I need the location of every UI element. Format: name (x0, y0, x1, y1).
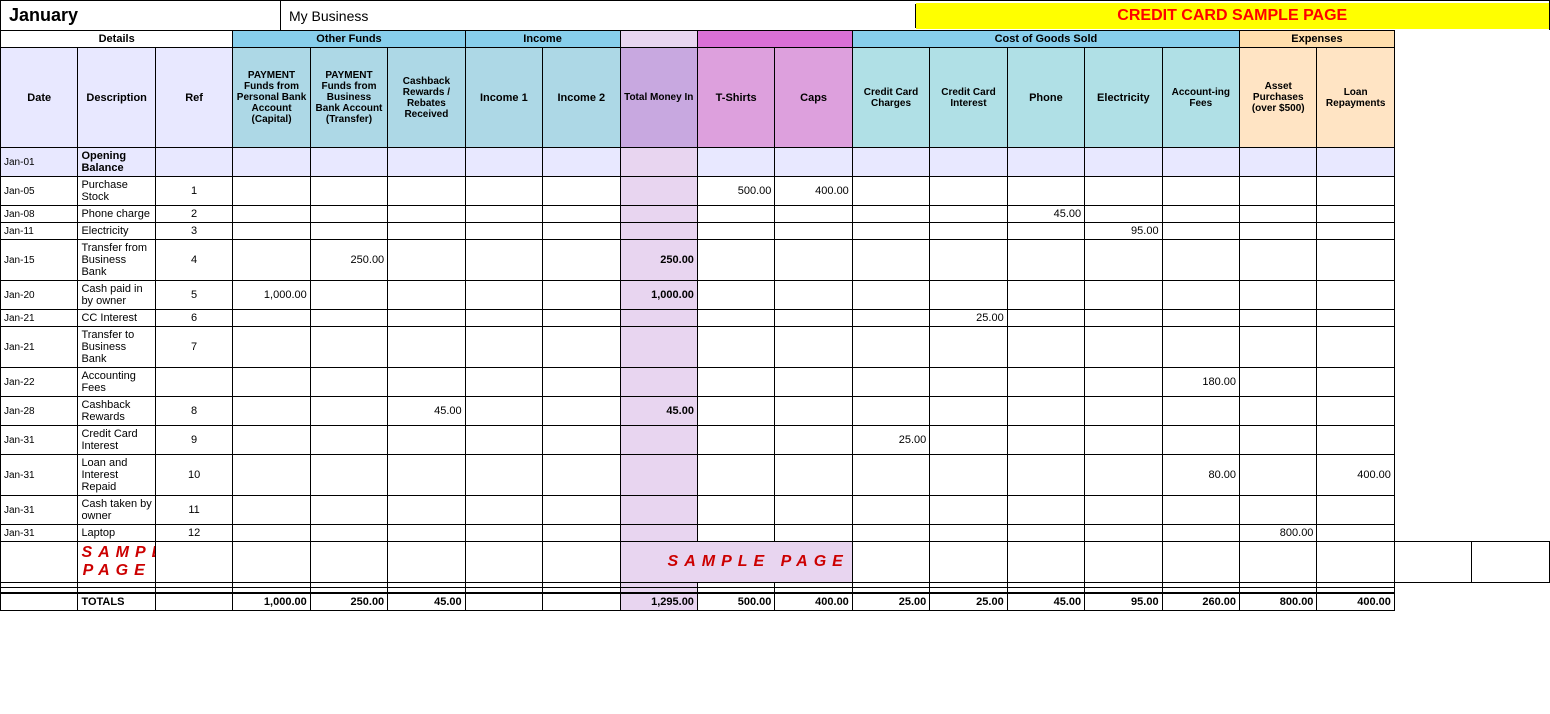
totals-electricity: 95.00 (1085, 593, 1162, 611)
col-group-total (620, 31, 697, 48)
totals-row: TOTALS 1,000.00 250.00 45.00 1,295.00 50… (1, 593, 1550, 611)
header-cc-interest: Credit Card Interest (930, 48, 1007, 148)
header-phone: Phone (1007, 48, 1084, 148)
table-row: Jan-31Cash taken by owner11 (1, 496, 1550, 525)
table-row: SAMPLE PAGE SAMPLE PAGE (1, 542, 1550, 583)
table-row: Jan-21CC Interest625.00 (1, 310, 1550, 327)
table-row: Jan-28Cashback Rewards845.0045.00 (1, 397, 1550, 426)
table-row: Jan-08Phone charge245.00 (1, 206, 1550, 223)
totals-cc-interest: 25.00 (930, 593, 1007, 611)
table-body: Jan-01Opening BalanceJan-05Purchase Stoc… (1, 148, 1550, 594)
totals-total-money: 1,295.00 (620, 593, 697, 611)
header-accounting-fees: Account-ing Fees (1162, 48, 1239, 148)
totals-pay-personal: 1,000.00 (233, 593, 310, 611)
col-group-details: Details (1, 31, 233, 48)
header-payment-personal: PAYMENT Funds from Personal Bank Account… (233, 48, 310, 148)
totals-acct-fees: 260.00 (1162, 593, 1239, 611)
totals-phone: 45.00 (1007, 593, 1084, 611)
header-loan-repayments: Loan Repayments (1317, 48, 1394, 148)
col-group-income: Income (465, 31, 620, 48)
totals-caps: 400.00 (775, 593, 852, 611)
top-header: January My Business CREDIT CARD SAMPLE P… (0, 0, 1550, 30)
table-row: Jan-15Transfer from Business Bank4250.00… (1, 240, 1550, 281)
table-row: Jan-22Accounting Fees180.00 (1, 368, 1550, 397)
month-label: January (1, 1, 281, 30)
header-cc-charges: Credit Card Charges (852, 48, 929, 148)
totals-tshirts: 500.00 (697, 593, 774, 611)
header-asset-purchases: Asset Purchases (over $500) (1240, 48, 1317, 148)
business-label: My Business (281, 4, 916, 28)
table-row: Jan-05Purchase Stock1500.00400.00 (1, 177, 1550, 206)
table-row: Jan-31Laptop12800.00 (1, 525, 1550, 542)
table-row: Jan-21Transfer to Business Bank7 (1, 327, 1550, 368)
col-group-cogs (697, 31, 852, 48)
totals-loan-repay: 400.00 (1317, 593, 1394, 611)
page-title: CREDIT CARD SAMPLE PAGE (916, 3, 1550, 29)
header-tshirts: T-Shirts (697, 48, 774, 148)
header-ref: Ref (155, 48, 232, 148)
totals-label: TOTALS (78, 593, 155, 611)
totals-pay-business: 250.00 (310, 593, 387, 611)
sample-page-left: SAMPLE PAGE (81, 544, 155, 579)
header-electricity: Electricity (1085, 48, 1162, 148)
header-caps: Caps (775, 48, 852, 148)
main-table: Details Other Funds Income Cost of Goods… (0, 30, 1550, 611)
header-total-money: Total Money In (620, 48, 697, 148)
col-group-other-funds: Other Funds (233, 31, 465, 48)
header-cashback: Cashback Rewards / Rebates Received (388, 48, 465, 148)
sample-page-center: SAMPLE PAGE (668, 553, 849, 570)
col-group-other-funds2: Expenses (1240, 31, 1395, 48)
col-group-expenses: Cost of Goods Sold (852, 31, 1239, 48)
table-row: Jan-31Loan and Interest Repaid1080.00400… (1, 455, 1550, 496)
table-row: Jan-31Credit Card Interest925.00 (1, 426, 1550, 455)
header-income2: Income 2 (543, 48, 620, 148)
spreadsheet: January My Business CREDIT CARD SAMPLE P… (0, 0, 1550, 611)
totals-asset-purch: 800.00 (1240, 593, 1317, 611)
table-row: Jan-11Electricity395.00 (1, 223, 1550, 240)
table-row: Jan-20Cash paid in by owner51,000.001,00… (1, 281, 1550, 310)
header-income1: Income 1 (465, 48, 542, 148)
totals-cashback: 45.00 (388, 593, 465, 611)
sub-header-row: Date Description Ref PAYMENT Funds from … (1, 48, 1550, 148)
header-description: Description (78, 48, 155, 148)
totals-cc-charges: 25.00 (852, 593, 929, 611)
col-group-row: Details Other Funds Income Cost of Goods… (1, 31, 1550, 48)
header-date: Date (1, 48, 78, 148)
header-payment-business: PAYMENT Funds from Business Bank Account… (310, 48, 387, 148)
table-row: Jan-01Opening Balance (1, 148, 1550, 177)
